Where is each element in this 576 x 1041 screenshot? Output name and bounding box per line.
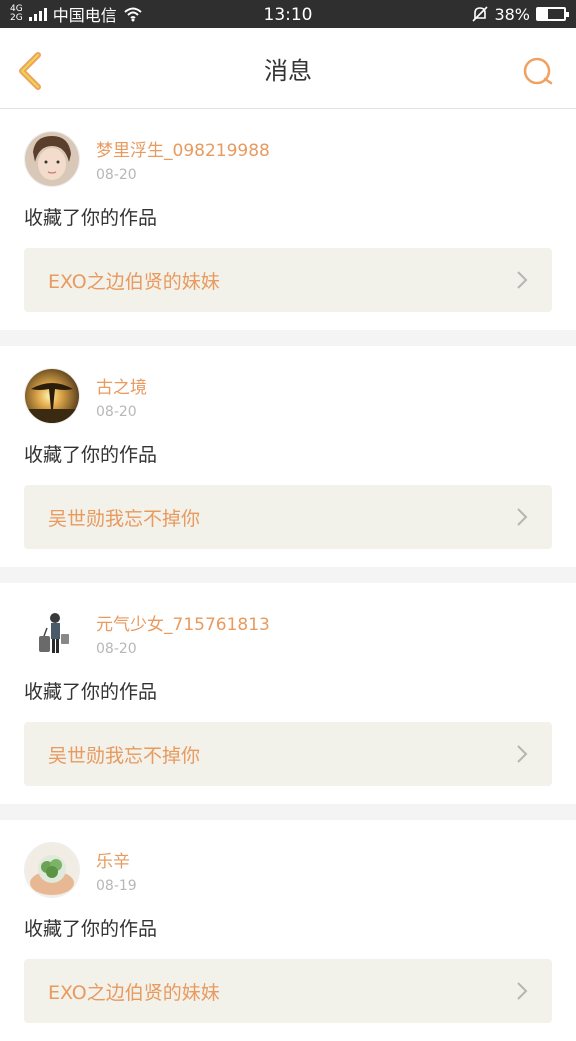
status-left: 4G 2G 中国电信 xyxy=(10,2,143,26)
work-title: 吴世勋我忘不掉你 xyxy=(48,507,201,530)
message-card: 梦里浮生_098219988 08-20 收藏了你的作品 EXO之边伯贤的妹妹 xyxy=(0,109,576,330)
portrait-avatar-icon xyxy=(25,132,79,186)
message-header: 梦里浮生_098219988 08-20 xyxy=(24,131,552,187)
search-button[interactable] xyxy=(522,56,554,88)
figure-with-luggage-avatar-icon xyxy=(25,606,79,660)
clock: 13:10 xyxy=(263,5,313,25)
battery-icon xyxy=(536,7,569,21)
status-right: 38% xyxy=(472,4,569,24)
status-bar: 4G 2G 中国电信 13:10 38% xyxy=(0,0,576,28)
avatar[interactable] xyxy=(24,131,80,187)
battery-percent: 38% xyxy=(494,4,530,24)
message-card: 古之境 08-20 收藏了你的作品 吴世勋我忘不掉你 xyxy=(0,346,576,567)
message-date: 08-20 xyxy=(96,403,137,420)
avatar[interactable] xyxy=(24,842,80,898)
chevron-left-icon xyxy=(19,52,41,90)
network-type-bottom: 2G xyxy=(10,13,23,23)
network-type: 4G 2G xyxy=(10,5,23,23)
action-text: 收藏了你的作品 xyxy=(24,681,158,703)
message-date: 08-19 xyxy=(96,877,137,894)
user-meta: 乐辛 08-19 xyxy=(96,847,137,894)
username[interactable]: 元气少女_715761813 xyxy=(96,610,270,635)
chevron-right-icon xyxy=(517,745,528,763)
mute-bell-icon xyxy=(472,6,489,22)
action-text: 收藏了你的作品 xyxy=(24,207,158,229)
work-link[interactable]: EXO之边伯贤的妹妹 xyxy=(24,248,552,312)
username[interactable]: 古之境 xyxy=(96,373,147,398)
work-link[interactable]: EXO之边伯贤的妹妹 xyxy=(24,959,552,1023)
signal-icon xyxy=(28,7,47,21)
user-meta: 梦里浮生_098219988 08-20 xyxy=(96,136,270,183)
back-button[interactable] xyxy=(14,52,46,90)
message-header: 元气少女_715761813 08-20 xyxy=(24,605,552,661)
navigation-bar: 消息 xyxy=(0,28,576,109)
carrier-name: 中国电信 xyxy=(52,6,117,25)
chevron-right-icon xyxy=(517,271,528,289)
action-text: 收藏了你的作品 xyxy=(24,444,158,466)
battery-level xyxy=(538,9,548,19)
work-title: EXO之边伯贤的妹妹 xyxy=(48,981,220,1004)
message-list: 梦里浮生_098219988 08-20 收藏了你的作品 EXO之边伯贤的妹妹 xyxy=(0,109,576,1041)
user-meta: 元气少女_715761813 08-20 xyxy=(96,610,270,657)
message-date: 08-20 xyxy=(96,640,137,657)
username[interactable]: 乐辛 xyxy=(96,847,137,872)
action-text: 收藏了你的作品 xyxy=(24,918,158,940)
work-title: EXO之边伯贤的妹妹 xyxy=(48,270,220,293)
plant-in-hands-avatar-icon xyxy=(25,843,79,897)
work-link[interactable]: 吴世勋我忘不掉你 xyxy=(24,722,552,786)
message-date: 08-20 xyxy=(96,166,137,183)
wifi-icon xyxy=(124,7,142,22)
search-icon xyxy=(523,57,553,85)
message-card: 乐辛 08-19 收藏了你的作品 EXO之边伯贤的妹妹 xyxy=(0,820,576,1041)
sunset-tree-avatar-icon xyxy=(25,369,79,423)
avatar[interactable] xyxy=(24,368,80,424)
chevron-right-icon xyxy=(517,982,528,1000)
page-title: 消息 xyxy=(264,56,312,85)
username[interactable]: 梦里浮生_098219988 xyxy=(96,136,270,161)
message-header: 古之境 08-20 xyxy=(24,368,552,424)
work-link[interactable]: 吴世勋我忘不掉你 xyxy=(24,485,552,549)
user-meta: 古之境 08-20 xyxy=(96,373,147,420)
avatar[interactable] xyxy=(24,605,80,661)
message-header: 乐辛 08-19 xyxy=(24,842,552,898)
message-card: 元气少女_715761813 08-20 收藏了你的作品 吴世勋我忘不掉你 xyxy=(0,583,576,804)
chevron-right-icon xyxy=(517,508,528,526)
work-title: 吴世勋我忘不掉你 xyxy=(48,744,201,767)
